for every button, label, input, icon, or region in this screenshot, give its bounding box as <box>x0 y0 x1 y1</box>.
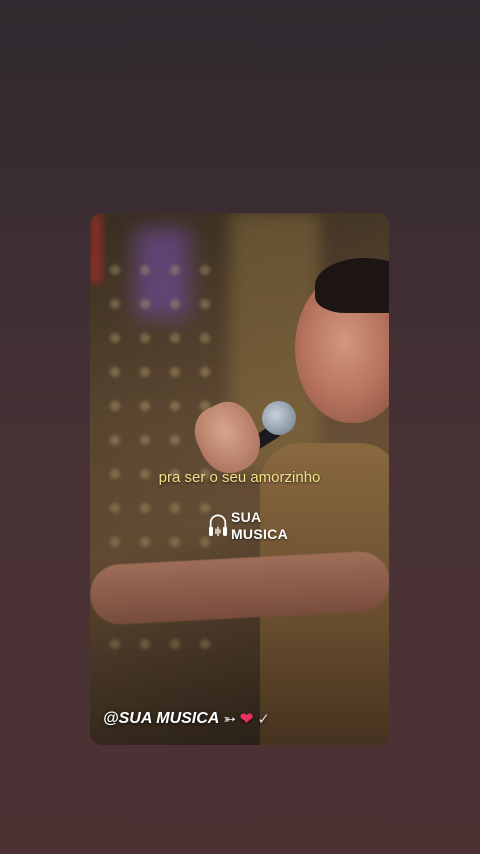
handle-text: @SUA MUSICA <box>103 710 220 727</box>
logo-line-2: MUSICA <box>230 526 288 542</box>
lyrics-caption: pra ser o seu amorzinho <box>158 469 321 486</box>
sua-musica-logo: SUA MUSICA <box>208 501 288 551</box>
arrow-icon: ➳ <box>223 711 236 728</box>
video-player[interactable]: pra ser o seu amorzinho SUA MUSICA @SUA … <box>90 213 389 745</box>
headphones-icon <box>208 514 227 536</box>
check-icon: ✓ <box>257 711 270 728</box>
account-handle: @SUA MUSICA ➳ ❤ ✓ <box>103 709 270 729</box>
heart-icon: ❤ <box>239 711 254 728</box>
logo-line-1: SUA <box>230 509 262 525</box>
